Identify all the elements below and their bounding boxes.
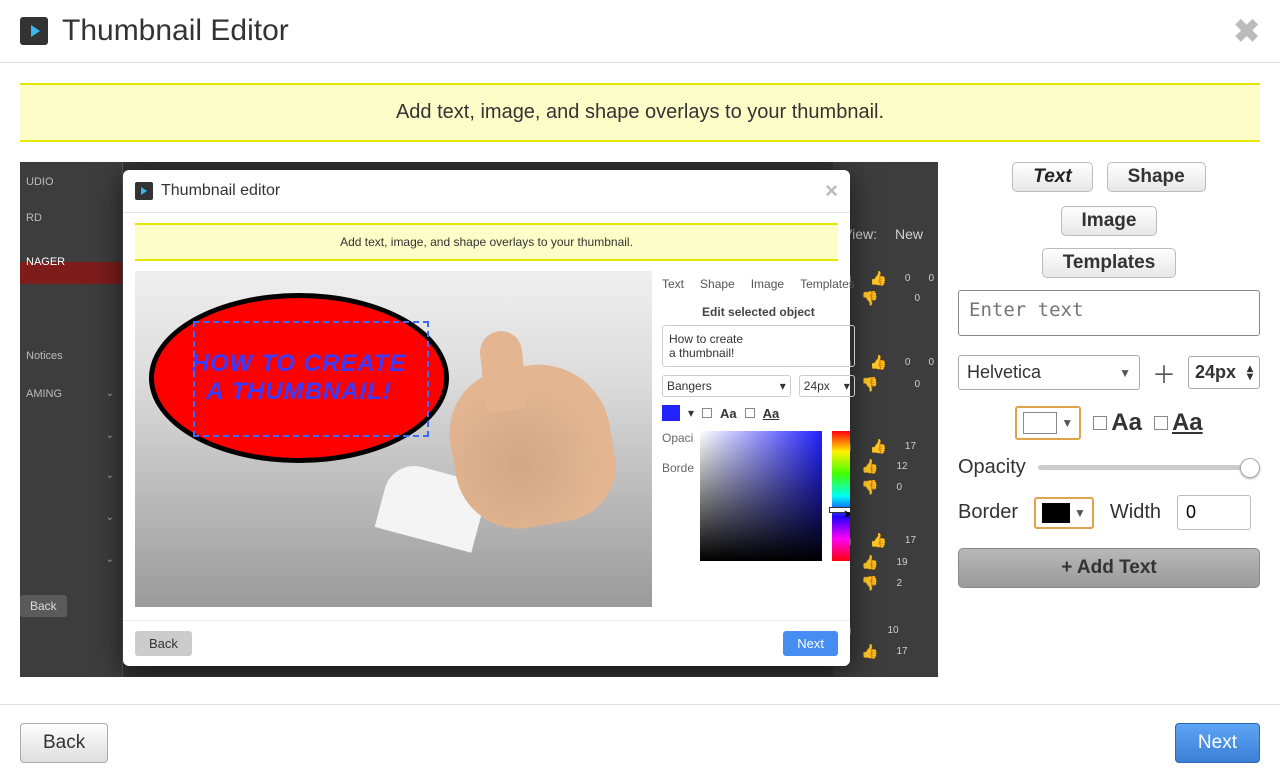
border-color-swatch <box>1042 503 1070 523</box>
modal-title: Thumbnail Editor <box>62 14 289 48</box>
text-color-swatch <box>1023 412 1057 434</box>
opacity-label: Opacity <box>958 456 1026 479</box>
border-color-picker[interactable]: ▼ <box>1034 497 1094 529</box>
back-button[interactable]: Back <box>20 723 108 763</box>
tab-shape[interactable]: Shape <box>1107 162 1206 192</box>
tab-text[interactable]: Text <box>1012 162 1092 192</box>
info-banner: Add text, image, and shape overlays to y… <box>20 83 1260 142</box>
thumbnail-preview[interactable]: UDIO RD NAGER Notices AMING ⌄ ⌄ ⌄ ⌄ ⌄ Vi… <box>20 162 938 677</box>
preview-inner-modal: Thumbnail editor × Add text, image, and … <box>123 170 850 666</box>
underline-toggle[interactable]: Aa <box>1154 409 1203 437</box>
app-logo <box>20 17 48 45</box>
inner-text-input: How to create a thumbnail! <box>662 325 855 367</box>
font-select-value: Helvetica <box>967 362 1041 383</box>
modal-footer: Back Next <box>0 704 1280 781</box>
chevron-down-icon: ▼ <box>1119 366 1131 380</box>
selection-box <box>193 321 429 437</box>
modal-header: Thumbnail Editor ✖ <box>0 0 1280 63</box>
inner-next-button: Next <box>783 631 838 656</box>
inner-color-picker: ➤ <box>700 431 850 571</box>
inner-back-button: Back <box>135 631 192 656</box>
add-font-icon[interactable]: ＋ <box>1152 355 1176 390</box>
chevron-down-icon: ▼ <box>1074 506 1086 520</box>
cursor-icon: ➤ <box>843 507 850 521</box>
text-color-picker[interactable]: ▼ <box>1015 406 1081 440</box>
inner-thumbnail-canvas: HOW TO CREATE A THUMBNAIL! <box>135 271 652 607</box>
close-icon[interactable]: ✖ <box>1233 12 1260 50</box>
preview-bg-back-button: Back <box>20 595 67 617</box>
font-size-value: 24px <box>1195 362 1236 383</box>
inner-size-select: 24px▾ <box>799 375 855 397</box>
inner-close-icon: × <box>825 178 838 204</box>
opacity-slider[interactable] <box>1038 458 1260 478</box>
add-text-button[interactable]: + Add Text <box>958 548 1260 588</box>
chevron-down-icon: ▼ <box>1061 416 1073 430</box>
border-width-label: Width <box>1110 501 1161 524</box>
inner-banner: Add text, image, and shape overlays to y… <box>135 223 838 261</box>
inner-font-select: Bangers▾ <box>662 375 791 397</box>
controls-panel: Text Shape Image Templates Helvetica ▼ ＋… <box>958 162 1260 677</box>
text-input[interactable] <box>958 290 1260 336</box>
font-size-select[interactable]: 24px ▴▾ <box>1188 356 1260 389</box>
next-button[interactable]: Next <box>1175 723 1260 763</box>
slider-thumb[interactable] <box>1240 458 1260 478</box>
font-select[interactable]: Helvetica ▼ <box>958 355 1140 390</box>
tab-templates[interactable]: Templates <box>1042 248 1177 278</box>
inner-modal-title: Thumbnail editor <box>161 182 280 200</box>
tab-image[interactable]: Image <box>1061 206 1158 236</box>
border-width-input[interactable] <box>1177 495 1251 530</box>
border-label: Border <box>958 501 1018 524</box>
bold-toggle[interactable]: Aa <box>1093 409 1142 437</box>
